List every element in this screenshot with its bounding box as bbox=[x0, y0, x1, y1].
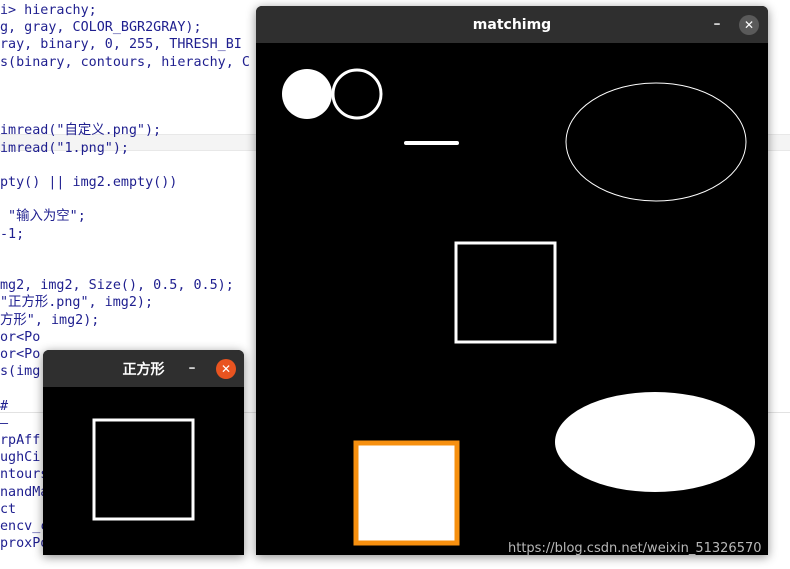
code-line: 方形", img2); bbox=[0, 312, 100, 328]
window-title: 正方形 bbox=[122, 361, 165, 378]
code-line: -1; bbox=[0, 226, 25, 242]
minimize-button[interactable]: – bbox=[183, 359, 201, 377]
image-canvas bbox=[256, 43, 768, 555]
template-image bbox=[92, 418, 195, 521]
code-line: i> hierachy; bbox=[0, 3, 97, 18]
code-line: ughCi bbox=[0, 450, 41, 466]
image-canvas bbox=[43, 387, 244, 555]
window-titlebar[interactable]: matchimg – ✕ bbox=[256, 6, 768, 43]
close-button[interactable]: ✕ bbox=[739, 15, 759, 35]
code-line: – bbox=[0, 415, 9, 431]
code-line: imread("自定义.png"); bbox=[0, 123, 162, 139]
filled-circle-shape bbox=[282, 69, 332, 119]
code-line: s(img bbox=[0, 364, 41, 380]
code-line: rpAff bbox=[0, 433, 41, 448]
code-line: g, gray, COLOR_BGR2GRAY); bbox=[0, 20, 202, 36]
matchimg-image bbox=[282, 68, 755, 546]
filled-ellipse-shape bbox=[555, 392, 755, 492]
window-titlebar[interactable]: 正方形 – ✕ bbox=[43, 350, 244, 387]
square-template-window[interactable]: 正方形 – ✕ bbox=[43, 350, 244, 555]
code-line: pty() || img2.empty()) bbox=[0, 175, 178, 190]
code-line: # bbox=[0, 398, 9, 414]
code-line: nandMa bbox=[0, 484, 49, 500]
code-line: encv_c bbox=[0, 519, 49, 534]
circle-outline-shape bbox=[331, 68, 383, 120]
code-line: imread("1.png"); bbox=[0, 140, 129, 156]
code-line: ntours bbox=[0, 467, 49, 483]
square-outline-shape bbox=[92, 418, 195, 521]
code-line: or<Po bbox=[0, 329, 41, 345]
code-line: s(binary, contours, hierachy, C bbox=[0, 54, 250, 70]
filled-square-shape bbox=[356, 443, 457, 543]
code-line: mg2, img2, Size(), 0.5, 0.5); bbox=[0, 278, 234, 294]
window-title: matchimg bbox=[472, 16, 552, 33]
code-line: or<Po bbox=[0, 347, 41, 362]
square-outline-shape bbox=[454, 241, 557, 344]
code-line: "输入为空"; bbox=[0, 209, 86, 225]
code-line: ct bbox=[0, 501, 17, 517]
watermark-text: https://blog.csdn.net/weixin_51326570 bbox=[508, 541, 762, 556]
minimize-button[interactable]: – bbox=[708, 15, 726, 33]
close-button[interactable]: ✕ bbox=[216, 359, 236, 379]
code-line: "正方形.png", img2); bbox=[0, 295, 154, 311]
ellipse-outline-shape bbox=[565, 82, 747, 202]
code-line: ray, binary, 0, 255, THRESH_BI bbox=[0, 37, 242, 53]
matchimg-window[interactable]: matchimg – ✕ bbox=[256, 6, 768, 555]
